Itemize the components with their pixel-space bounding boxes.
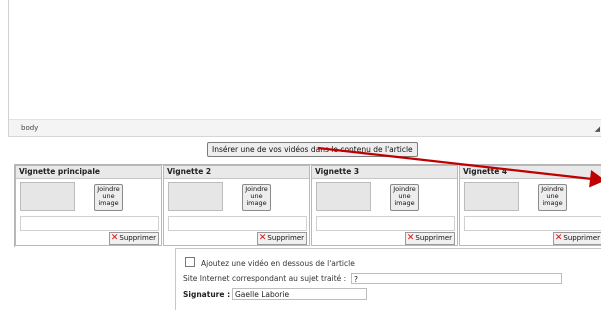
annotation-arrow-icon — [317, 146, 601, 188]
